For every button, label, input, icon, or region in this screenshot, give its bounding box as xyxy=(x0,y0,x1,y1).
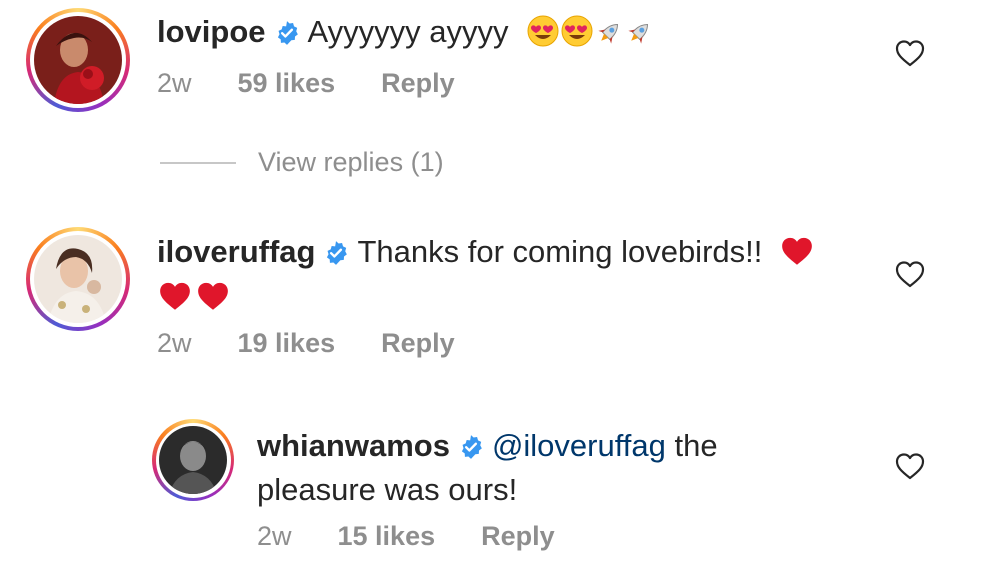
avatar-photo-icon xyxy=(159,426,227,494)
avatar-whianwamos[interactable] xyxy=(152,419,234,501)
like-heart-icon[interactable] xyxy=(895,260,925,288)
red-heart-emoji-icon xyxy=(779,235,815,277)
verified-badge-icon xyxy=(323,236,349,276)
rocket-emoji-icon xyxy=(625,17,653,57)
likes-count[interactable]: 59 likes xyxy=(238,66,336,100)
verified-badge-icon xyxy=(274,16,300,56)
comment-time: 2w xyxy=(157,68,192,98)
rocket-emoji-icon xyxy=(595,17,623,57)
avatar-photo-icon xyxy=(34,235,122,323)
comment-text-line2: pleasure was ours! xyxy=(257,472,518,507)
like-heart-icon[interactable] xyxy=(895,452,925,480)
likes-count[interactable]: 15 likes xyxy=(338,519,436,553)
red-heart-emoji-icon xyxy=(157,280,193,322)
username[interactable]: lovipoe xyxy=(157,14,266,49)
heart-eyes-emoji-icon xyxy=(527,15,559,57)
reply-button[interactable]: Reply xyxy=(381,66,455,100)
like-heart-icon[interactable] xyxy=(895,39,925,67)
likes-count[interactable]: 19 likes xyxy=(238,326,336,360)
heart-eyes-emoji-icon xyxy=(561,15,593,57)
comment-time: 2w xyxy=(157,328,192,358)
reply-button[interactable]: Reply xyxy=(381,326,455,360)
mention-link[interactable]: @iloveruffag xyxy=(492,428,666,463)
comment-text: Ayyyyyy ayyyy xyxy=(307,14,509,49)
comment-meta: 2w 19 likes Reply xyxy=(157,326,501,360)
comment-text: Thanks for coming lovebirds!! xyxy=(357,234,763,269)
avatar-lovipoe[interactable] xyxy=(26,8,130,112)
comment-time: 2w xyxy=(257,521,292,551)
username[interactable]: iloveruffag xyxy=(157,234,315,269)
view-replies-label: View replies (1) xyxy=(258,147,444,177)
username[interactable]: whianwamos xyxy=(257,428,450,463)
reply-button[interactable]: Reply xyxy=(481,519,555,553)
divider xyxy=(160,161,236,164)
avatar-iloveruffag[interactable] xyxy=(26,227,130,331)
verified-badge-icon xyxy=(458,430,484,470)
comment-meta: 2w 59 likes Reply xyxy=(157,66,501,100)
red-heart-emoji-icon xyxy=(195,280,231,322)
view-replies-button[interactable]: View replies (1) xyxy=(160,147,444,178)
comment-meta: 2w 15 likes Reply xyxy=(257,519,601,553)
avatar-photo-icon xyxy=(34,16,122,104)
comment-text: the xyxy=(674,428,718,463)
